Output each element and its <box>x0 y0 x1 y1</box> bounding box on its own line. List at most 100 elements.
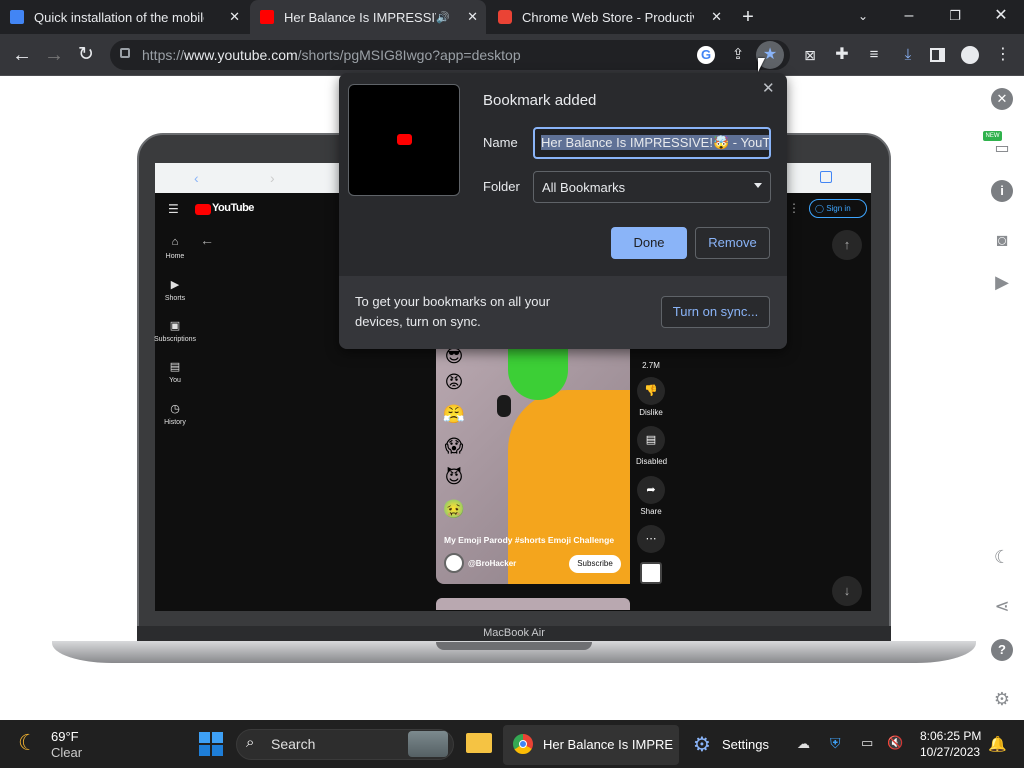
turn-on-sync-button[interactable]: Turn on sync... <box>661 296 770 328</box>
devices-icon[interactable]: ▭ <box>991 138 1013 160</box>
speaker-muted-icon[interactable]: 🔇 <box>887 735 903 751</box>
youtube-favicon-icon <box>260 10 274 24</box>
yt-sidebar-you: You <box>169 377 181 384</box>
emoji-scream: 😱 <box>444 436 464 456</box>
yt-more-icon: ⋮ <box>788 201 800 215</box>
help-icon[interactable]: ? <box>991 639 1013 661</box>
new-tab-button[interactable]: + <box>736 5 760 29</box>
dark-mode-moon-icon[interactable]: ☾ <box>991 546 1013 568</box>
clock-date[interactable]: 10/27/2023 <box>920 745 980 759</box>
tab-her-balance[interactable]: Her Balance Is IMPRESSIVE! 🔊 ✕ <box>250 0 486 34</box>
dislike-icon: 👎 <box>637 377 665 405</box>
bookmark-folder-select[interactable]: All Bookmarks <box>533 171 771 203</box>
comment-icon: ▤ <box>637 426 665 454</box>
reload-button[interactable]: ↻ <box>74 43 98 67</box>
share-nodes-icon[interactable]: ⋖ <box>991 595 1013 617</box>
yt-back-arrow-icon: ← <box>200 232 214 248</box>
dialog-close-icon[interactable]: ✕ <box>762 79 775 97</box>
url-text[interactable]: https://www.youtube.com/shorts/pgMSIG8Iw… <box>142 47 521 63</box>
yt-sign-in-button: ◯ Sign in <box>809 199 867 218</box>
more-icon: ⋯ <box>637 525 665 553</box>
comments-action: ▤ Disabled <box>636 426 667 466</box>
tab-quick-installation[interactable]: Quick installation of the mobile ✕ <box>10 0 248 34</box>
downloads-icon[interactable]: ⤓ <box>896 43 920 67</box>
channel-name: @BroHacker <box>468 559 517 568</box>
yt-scroll-up-icon: ↑ <box>832 230 862 260</box>
weather-moon-icon[interactable]: ☾ <box>18 730 38 756</box>
inner-forward-icon: › <box>270 170 275 186</box>
channel-avatar <box>444 553 464 573</box>
emoji-devil: 😈 <box>444 467 464 487</box>
close-tab-icon[interactable]: ✕ <box>703 9 730 25</box>
weather-temp[interactable]: 69°F <box>51 729 79 744</box>
back-button[interactable]: ← <box>10 43 34 67</box>
subscriptions-icon: ▣ <box>169 320 181 332</box>
close-window-button[interactable]: ✕ <box>989 4 1013 28</box>
short-title: My Emoji Parody #shorts Emoji Challenge <box>444 535 615 545</box>
camera-icon[interactable]: ◙ <box>991 229 1013 251</box>
forward-button[interactable]: → <box>42 43 66 67</box>
inner-tabs-icon <box>820 171 832 183</box>
close-tab-icon[interactable]: ✕ <box>221 9 248 25</box>
info-icon[interactable]: i <box>991 180 1013 202</box>
chevron-down-icon <box>754 183 762 188</box>
extension-icon[interactable]: ⊠ <box>798 43 822 67</box>
history-icon: ◷ <box>170 403 180 415</box>
settings-app-icon[interactable]: ⚙ <box>693 732 711 757</box>
bookmark-name-input[interactable]: Her Balance Is IMPRESSIVE!🤯 - YouTube <box>533 127 771 159</box>
side-panel-icon[interactable] <box>930 48 945 62</box>
remove-button[interactable]: Remove <box>695 227 770 259</box>
settings-window-title[interactable]: Settings <box>722 737 769 752</box>
search-placeholder: Search <box>271 736 316 752</box>
yt-sidebar-shorts: Shorts <box>164 295 186 302</box>
laptop-label: MacBook Air <box>483 627 545 639</box>
laptop-notch <box>436 642 592 650</box>
clock-time[interactable]: 8:06:25 PM <box>920 729 981 743</box>
puzzle-extensions-icon[interactable]: ✚ <box>830 43 854 67</box>
bookmark-dialog-title: Bookmark added <box>483 92 597 109</box>
settings-gear-icon[interactable]: ⚙ <box>991 688 1013 710</box>
yt-logo-icon <box>195 204 211 215</box>
share-action: ➦ Share <box>636 476 666 516</box>
display-icon[interactable]: ▭ <box>861 735 873 751</box>
yt-sidebar-history: History <box>164 419 186 426</box>
onedrive-icon[interactable]: ☁ <box>797 736 810 752</box>
restore-button[interactable]: ❐ <box>943 4 967 28</box>
sync-text-line2: devices, turn on sync. <box>355 314 481 329</box>
close-circle-icon[interactable]: ✕ <box>991 88 1013 110</box>
google-lens-icon[interactable]: G <box>697 46 715 64</box>
next-short-preview <box>436 598 630 610</box>
subscribe-button: Subscribe <box>569 555 621 573</box>
notification-bell-icon[interactable]: 🔔 <box>988 735 1007 753</box>
yt-scroll-down-icon: ↓ <box>832 576 862 606</box>
tab-chrome-web-store[interactable]: Chrome Web Store - Productivity ✕ <box>498 0 730 34</box>
minimize-button[interactable]: – <box>897 4 921 28</box>
sound-avatar <box>640 562 662 584</box>
video-camera-icon[interactable]: ▶ <box>991 271 1013 293</box>
audio-playing-icon[interactable]: 🔊 <box>436 11 450 24</box>
more-action: ⋯ <box>636 525 666 553</box>
share-icon[interactable]: ⇪ <box>726 43 750 67</box>
weather-condition[interactable]: Clear <box>51 745 82 760</box>
tab-search-icon[interactable]: ⌄ <box>851 4 875 28</box>
lock-icon[interactable] <box>120 48 130 58</box>
close-tab-icon[interactable]: ✕ <box>459 9 486 25</box>
menu-kebab-icon[interactable]: ⋮ <box>991 43 1015 67</box>
emoji-angry: 😡 <box>444 372 464 392</box>
mouse-cursor <box>758 58 765 72</box>
emoji-huff: 😤 <box>442 404 466 424</box>
share-arrow-icon: ➦ <box>637 476 665 504</box>
file-explorer-icon[interactable] <box>466 733 492 753</box>
bookmark-youtube-icon <box>397 134 412 145</box>
windows-start-icon[interactable] <box>199 732 223 756</box>
defender-shield-icon[interactable]: ⛨ <box>830 735 841 752</box>
done-button[interactable]: Done <box>611 227 687 259</box>
web-store-favicon-icon <box>498 10 512 24</box>
shorts-icon: ▶ <box>170 279 180 291</box>
media-queue-icon[interactable]: ≡ <box>862 43 886 67</box>
short-video-phone <box>497 395 511 417</box>
profile-avatar[interactable] <box>961 46 979 64</box>
search-icon: ⌕ <box>246 734 255 751</box>
yt-logo-text: YouTube <box>212 202 254 214</box>
like-count: 2.7M <box>642 361 660 370</box>
